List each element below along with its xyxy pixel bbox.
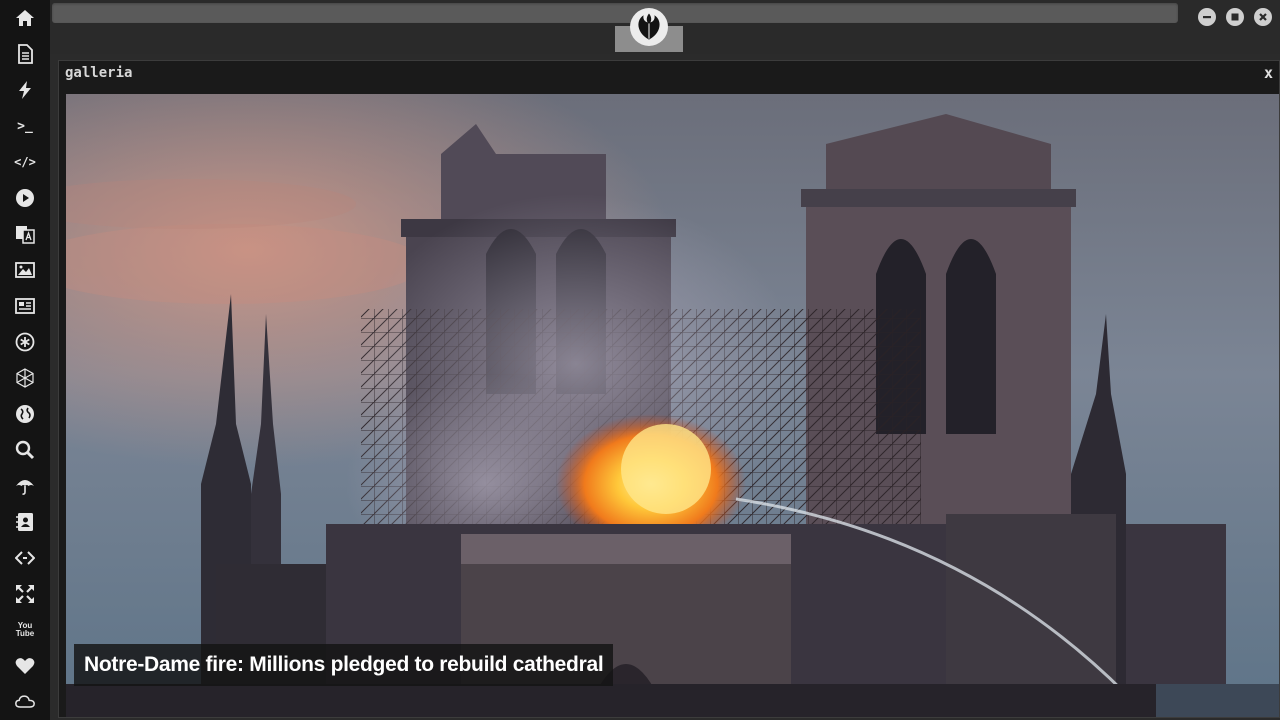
cathedral-fire-image [66, 94, 1279, 717]
image-icon[interactable] [13, 258, 37, 282]
expand-icon[interactable] [13, 582, 37, 606]
contacts-icon[interactable] [13, 510, 37, 534]
cloud-icon[interactable] [13, 690, 37, 714]
top-bar [50, 0, 1280, 54]
gallery-close-button[interactable]: x [1264, 64, 1273, 82]
globe-icon[interactable] [13, 402, 37, 426]
gallery-window: galleria x Notre-Dame fire: Millions ple… [58, 60, 1280, 718]
terminal-label: >_ [17, 118, 33, 134]
hexagon-icon[interactable] [13, 366, 37, 390]
maximize-button[interactable] [1226, 8, 1244, 26]
play-icon[interactable] [13, 186, 37, 210]
gallery-photo[interactable]: Notre-Dame fire: Millions pledged to reb… [66, 94, 1279, 717]
code-fork-icon[interactable] [13, 546, 37, 570]
close-icon [1259, 13, 1267, 21]
home-icon[interactable] [13, 6, 37, 30]
terminal-icon[interactable]: >_ [13, 114, 37, 138]
news-icon[interactable] [13, 294, 37, 318]
close-button[interactable] [1254, 8, 1272, 26]
document-icon[interactable] [13, 42, 37, 66]
youtube-label: You Tube [15, 621, 35, 638]
minimize-button[interactable] [1198, 8, 1216, 26]
asterisk-icon[interactable] [13, 330, 37, 354]
umbrella-icon[interactable] [13, 474, 37, 498]
address-bar[interactable] [52, 3, 1178, 23]
search-icon[interactable] [13, 438, 37, 462]
photo-caption: Notre-Dame fire: Millions pledged to reb… [74, 644, 614, 686]
code-label: </> [14, 155, 36, 169]
minimize-icon [1203, 16, 1211, 19]
translate-icon[interactable] [13, 222, 37, 246]
sidebar: >_ </> You Tube [0, 0, 50, 720]
code-icon[interactable]: </> [13, 150, 37, 174]
youtube-icon[interactable]: You Tube [13, 618, 37, 642]
rebel-alliance-icon [630, 8, 668, 46]
maximize-icon [1231, 13, 1239, 21]
gallery-title: galleria [65, 65, 133, 81]
lightning-icon[interactable] [13, 78, 37, 102]
heart-icon[interactable] [13, 654, 37, 678]
